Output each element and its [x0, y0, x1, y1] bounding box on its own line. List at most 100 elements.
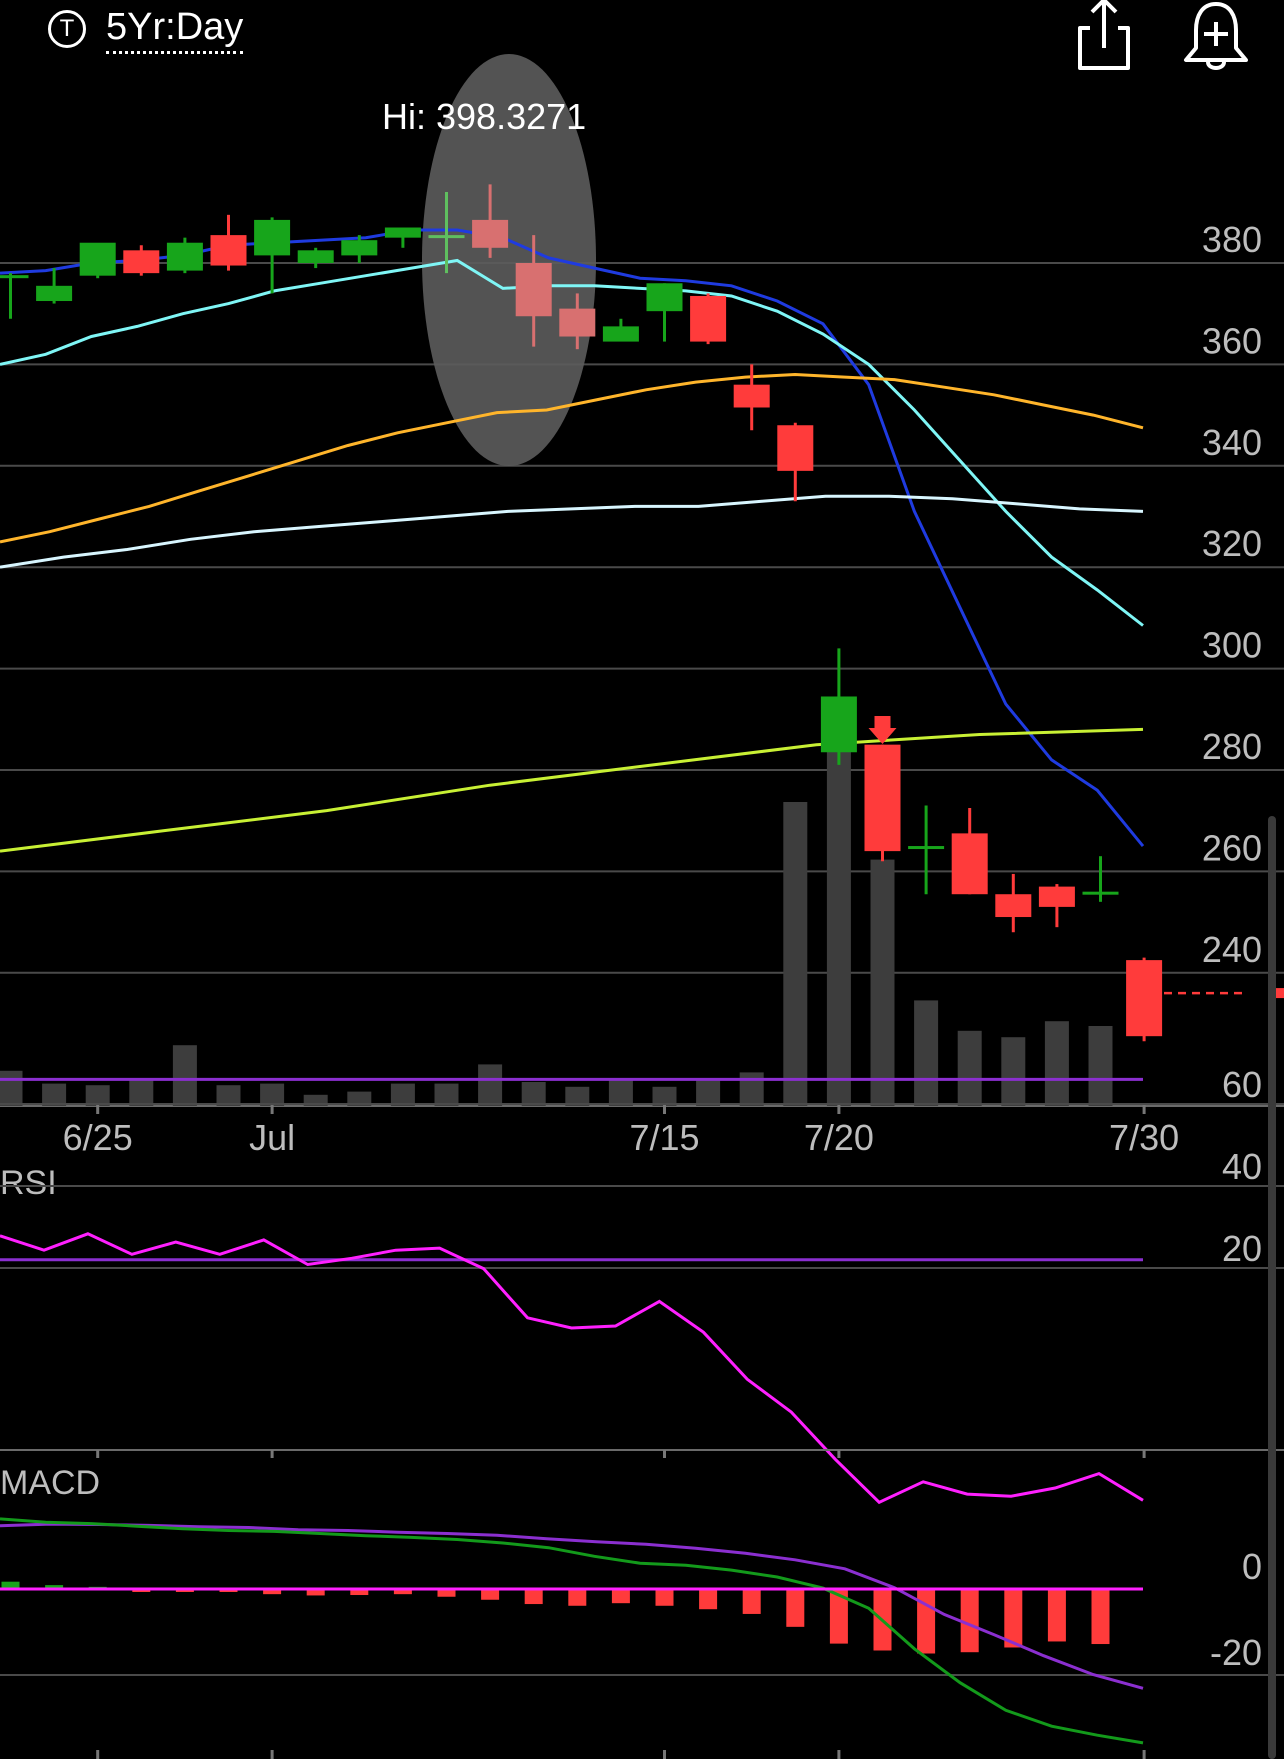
candle-body: [36, 285, 73, 302]
candlestick: [1038, 884, 1075, 928]
price-tick-label: 280: [1202, 726, 1262, 767]
volume-bar: [696, 1080, 721, 1106]
date-tick-label: 7/20: [804, 1117, 874, 1158]
volume-bar: [260, 1083, 285, 1106]
date-axis: 6/25 Jul 7/15 7/20 7/30: [63, 1104, 1179, 1158]
price-tick-label: 260: [1202, 827, 1262, 868]
candlestick: [733, 364, 770, 431]
macd-histogram-bar: [1047, 1589, 1066, 1642]
price-tick-label: 340: [1202, 422, 1262, 463]
rsi-tick-label: 40: [1222, 1146, 1262, 1187]
price-axis: 380 360 340 320 300 280 260 240: [1202, 219, 1262, 970]
macd-histogram-bar: [786, 1589, 805, 1627]
candle-body: [995, 894, 1032, 918]
date-tick-label: 7/15: [629, 1117, 699, 1158]
macd-title: MACD: [0, 1464, 100, 1502]
candlestick: [1126, 957, 1163, 1042]
candle-body: [384, 227, 421, 238]
volume-bar: [826, 750, 851, 1106]
candle-body: [820, 696, 857, 753]
price-tick-label: 300: [1202, 625, 1262, 666]
candle-body: [297, 250, 334, 263]
candlestick: [254, 217, 291, 294]
date-tick-label: 6/25: [63, 1117, 133, 1158]
candle-body: [690, 295, 727, 342]
scrollbar[interactable]: [1268, 816, 1276, 1759]
date-tick-label: 7/30: [1109, 1117, 1179, 1158]
candle-body: [472, 219, 509, 248]
moving-average-line: [0, 727, 1144, 853]
volume-bar: [914, 1000, 939, 1106]
volume-bar: [85, 1085, 110, 1106]
rsi-title: RSI: [0, 1164, 57, 1202]
candlestick: [864, 744, 901, 862]
high-price-label: Hi: 398.3271: [382, 96, 587, 137]
price-tick-label: 360: [1202, 320, 1262, 361]
volume-bar: [1001, 1037, 1026, 1106]
volume-bar: [0, 1070, 23, 1106]
candle-body: [341, 240, 378, 256]
candle-body: [1126, 960, 1163, 1037]
rsi-tick-label: 20: [1222, 1228, 1262, 1269]
candlestick: [166, 237, 203, 274]
candle-body: [777, 425, 814, 471]
volume-bar: [783, 802, 808, 1106]
macd-histogram-bar: [917, 1589, 936, 1654]
candle-body: [559, 308, 596, 337]
candlestick: [0, 273, 29, 319]
candlestick: [908, 805, 945, 895]
candlestick: [777, 422, 814, 502]
moving-average-line: [0, 494, 1144, 569]
candle-body: [646, 283, 683, 312]
volume-bar: [1044, 1021, 1069, 1106]
macd-histogram-bar: [524, 1589, 543, 1605]
volume-bar: [42, 1083, 67, 1106]
candlestick: [36, 268, 73, 304]
volume-bars: [0, 750, 1113, 1106]
volume-bar: [478, 1064, 503, 1106]
candlestick: [384, 227, 421, 248]
volume-bar: [521, 1082, 546, 1106]
date-tick-label: Jul: [249, 1117, 295, 1158]
candlestick: [820, 648, 857, 765]
candle-body: [79, 242, 116, 276]
candle-body: [864, 744, 901, 852]
macd-tick-label: 0: [1242, 1546, 1262, 1587]
candle-body: [1082, 891, 1119, 895]
volume-bar: [957, 1030, 982, 1106]
macd-histogram-bar: [1091, 1589, 1110, 1645]
price-tick-label: 240: [1202, 929, 1262, 970]
macd-histogram-bar: [742, 1589, 761, 1614]
candle-body: [1038, 886, 1075, 907]
candle-body: [733, 384, 770, 408]
volume-bar: [129, 1080, 154, 1106]
volume-bar: [1088, 1026, 1113, 1106]
volume-bar: [739, 1072, 764, 1106]
volume-bar: [608, 1080, 633, 1106]
candlestick: [1082, 856, 1119, 902]
price-tick-label: 380: [1202, 219, 1262, 260]
candle-body: [254, 219, 291, 256]
candlestick: [123, 245, 160, 276]
candle-body: [166, 242, 203, 271]
price-chart[interactable]: 380 360 340 320 300 280 260 240 6/25 Jul 7/15 7/20…: [0, 0, 1284, 1759]
price-tick-label: 320: [1202, 523, 1262, 564]
candle-body: [210, 235, 247, 266]
candle-body: [0, 275, 29, 279]
candlestick: [297, 247, 334, 269]
macd-histogram-bar: [655, 1589, 674, 1606]
volume-bar: [870, 859, 895, 1106]
macd-histogram-bar: [699, 1589, 718, 1610]
candlestick: [995, 873, 1032, 933]
volume-bar: [172, 1045, 197, 1106]
candlestick: [602, 318, 639, 342]
macd-histogram-bar: [568, 1589, 587, 1606]
volume-bar: [434, 1083, 459, 1106]
candlesticks: [0, 184, 1163, 1042]
candlestick: [690, 293, 727, 345]
candle-body: [428, 235, 465, 239]
macd-tick-label: -20: [1210, 1632, 1262, 1673]
volume-bar: [216, 1085, 241, 1106]
candle-body: [602, 326, 639, 342]
volume-bar: [390, 1083, 415, 1106]
